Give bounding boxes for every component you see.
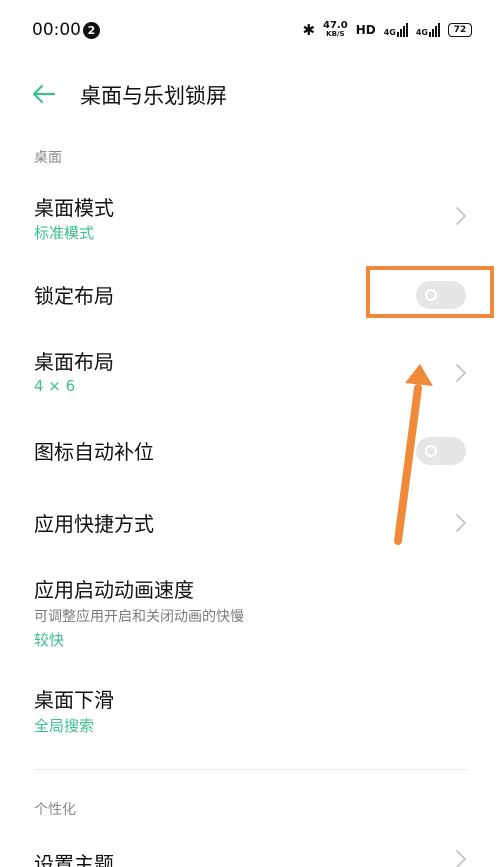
setting-set-theme[interactable]: 设置主题 <box>0 842 500 867</box>
bluetooth-icon: ✱ <box>302 21 316 39</box>
icon-autofill-toggle[interactable] <box>416 437 466 465</box>
setting-title: 应用快捷方式 <box>34 512 154 536</box>
setting-desktop-swipe-down[interactable]: 桌面下滑 全局搜索 <box>0 682 500 738</box>
setting-value: 较快 <box>34 631 65 649</box>
signal-label-1: 4G <box>383 28 396 37</box>
setting-icon-autofill: 图标自动补位 <box>0 430 500 474</box>
setting-title: 应用启动动画速度 <box>34 578 194 602</box>
signal-label-2: 4G <box>415 28 428 37</box>
chevron-right-icon <box>456 514 466 532</box>
setting-desktop-layout[interactable]: 桌面布局 4 × 6 <box>0 344 500 400</box>
setting-title: 桌面模式 <box>34 196 114 220</box>
toggle-knob <box>425 445 437 457</box>
setting-description: 可调整应用开启和关闭动画的快慢 <box>34 609 244 625</box>
setting-app-animation-speed[interactable]: 应用启动动画速度 可调整应用开启和关闭动画的快慢 较快 <box>0 572 500 652</box>
section-label-personalize: 个性化 <box>34 802 76 818</box>
setting-value: 标准模式 <box>34 224 95 242</box>
setting-title: 设置主题 <box>34 852 114 867</box>
hd-indicator: HD <box>355 23 376 37</box>
signal-icon-2: 4G <box>416 23 440 37</box>
setting-title: 桌面布局 <box>34 350 114 374</box>
arrow-left-icon[interactable] <box>30 82 56 106</box>
setting-title: 锁定布局 <box>34 284 114 308</box>
battery-icon: 72 <box>448 23 472 37</box>
network-speed: 47.0 KB/S <box>323 21 348 39</box>
notification-badge: 2 <box>83 22 100 39</box>
page-header: 桌面与乐划锁屏 <box>0 70 500 118</box>
status-time: 00:00 <box>32 20 81 40</box>
annotation-highlight-box <box>366 266 494 318</box>
status-bar: 00:00 2 ✱ 47.0 KB/S HD 4G 4G 72 <box>0 0 500 60</box>
setting-app-shortcuts[interactable]: 应用快捷方式 <box>0 504 500 544</box>
setting-value: 全局搜索 <box>34 717 95 735</box>
setting-title: 图标自动补位 <box>34 440 154 464</box>
setting-title: 桌面下滑 <box>34 688 114 712</box>
network-speed-value: 47.0 <box>323 20 348 31</box>
setting-value: 4 × 6 <box>34 377 76 395</box>
network-speed-unit: KB/S <box>326 30 345 38</box>
section-label-desktop: 桌面 <box>34 150 62 166</box>
status-icons: ✱ 47.0 KB/S HD 4G 4G 72 <box>302 18 472 42</box>
page-title: 桌面与乐划锁屏 <box>80 84 227 108</box>
chevron-right-icon <box>456 207 466 225</box>
signal-icon-1: 4G <box>384 23 408 37</box>
chevron-right-icon <box>456 364 466 382</box>
section-divider <box>34 769 468 770</box>
chevron-right-icon <box>456 850 466 867</box>
setting-desktop-mode[interactable]: 桌面模式 标准模式 <box>0 188 500 248</box>
